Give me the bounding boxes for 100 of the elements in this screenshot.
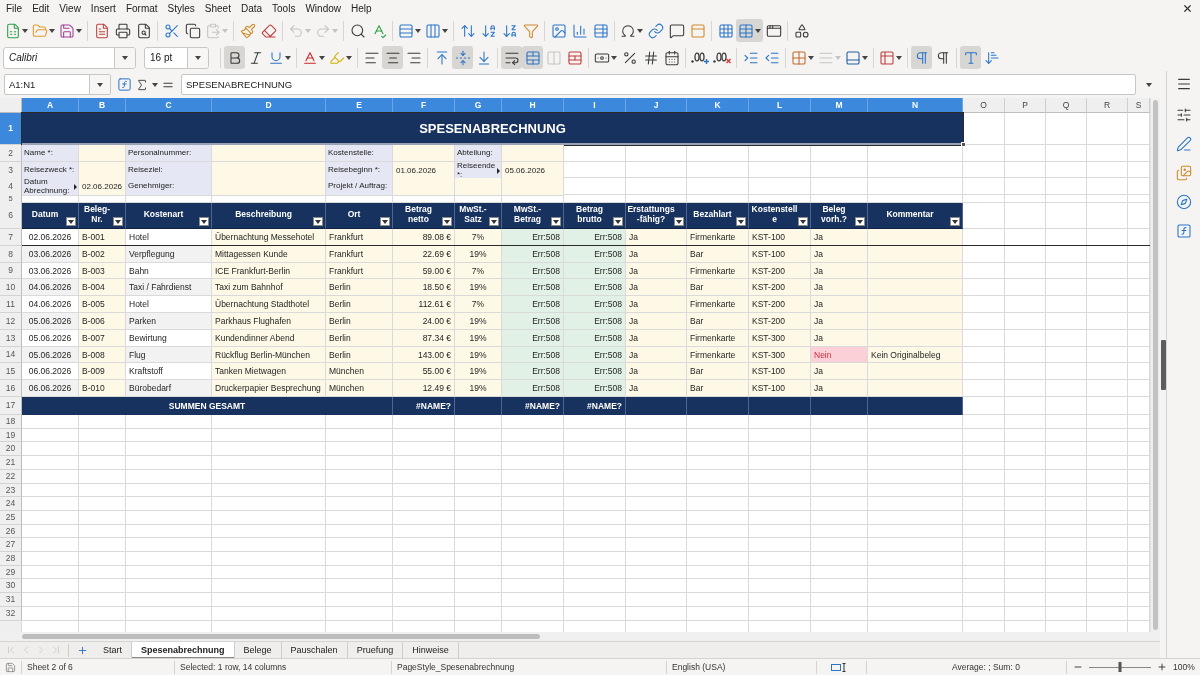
- row-header[interactable]: 24: [0, 497, 22, 511]
- menu-item[interactable]: Edit: [27, 1, 55, 16]
- row-header[interactable]: 6: [0, 203, 22, 229]
- row-header[interactable]: 2: [0, 145, 22, 162]
- row-header[interactable]: 32: [0, 607, 22, 621]
- row-header[interactable]: 29: [0, 566, 22, 579]
- menu-item[interactable]: Styles: [162, 1, 200, 16]
- row-header[interactable]: 28: [0, 552, 22, 566]
- row-header[interactable]: 12: [0, 313, 22, 330]
- filter-button[interactable]: [674, 217, 684, 226]
- sidebar-handle[interactable]: [1160, 339, 1166, 390]
- row-header[interactable]: 31: [0, 593, 22, 607]
- function-icon[interactable]: [1175, 223, 1192, 239]
- row-header[interactable]: 8: [0, 246, 22, 263]
- form-field[interactable]: [212, 178, 326, 196]
- function-icon[interactable]: [117, 77, 132, 92]
- close-icon[interactable]: [1182, 3, 1193, 14]
- row-header[interactable]: 9: [0, 263, 22, 279]
- filter-button[interactable]: [113, 217, 123, 226]
- row-header[interactable]: 15: [0, 363, 22, 380]
- images-icon[interactable]: [1175, 165, 1192, 181]
- form-field[interactable]: [79, 145, 126, 162]
- row-header[interactable]: 10: [0, 279, 22, 296]
- form-field[interactable]: [502, 178, 564, 196]
- row-header[interactable]: 26: [0, 525, 22, 538]
- sliders-icon[interactable]: [1175, 107, 1192, 123]
- form-field[interactable]: [502, 145, 564, 162]
- save-icon[interactable]: [5, 661, 16, 673]
- toolbar-button[interactable]: [224, 46, 245, 69]
- filter-button[interactable]: [855, 217, 865, 226]
- row-header[interactable]: 13: [0, 330, 22, 347]
- filter-button[interactable]: [798, 217, 808, 226]
- filter-button[interactable]: [380, 217, 390, 226]
- column-header[interactable]: P: [1005, 98, 1046, 113]
- filter-button[interactable]: [313, 217, 323, 226]
- form-field[interactable]: [212, 145, 326, 162]
- form-field[interactable]: [455, 178, 502, 196]
- sheet-tab[interactable]: Belege: [234, 642, 282, 658]
- menu-item[interactable]: Insert: [85, 1, 121, 16]
- row-header[interactable]: 20: [0, 442, 22, 456]
- filter-button[interactable]: [950, 217, 960, 226]
- sheet-tab[interactable]: Pruefung: [347, 642, 404, 658]
- font-name-field[interactable]: Calibri: [3, 46, 136, 69]
- name-box-field[interactable]: A1:N1: [4, 74, 111, 95]
- sheet-tab[interactable]: Hinweise: [403, 642, 459, 658]
- row-header[interactable]: 17: [0, 397, 22, 415]
- dropdown-button[interactable]: [114, 47, 135, 68]
- menu-item[interactable]: Tools: [267, 1, 301, 16]
- row-header[interactable]: 14: [0, 347, 22, 363]
- column-header[interactable]: O: [963, 98, 1005, 113]
- row-header[interactable]: 11: [0, 296, 22, 313]
- font-size-field[interactable]: 16 pt: [144, 46, 209, 69]
- compass-icon[interactable]: [1175, 194, 1192, 210]
- form-field[interactable]: [393, 178, 455, 196]
- column-header[interactable]: R: [1087, 98, 1128, 113]
- row-header[interactable]: 22: [0, 470, 22, 484]
- fill-handle[interactable]: [961, 142, 966, 147]
- menu-item[interactable]: View: [54, 1, 86, 16]
- row-header[interactable]: 27: [0, 538, 22, 552]
- row-header[interactable]: 7: [0, 229, 22, 246]
- form-field[interactable]: 02.06.2026: [79, 178, 126, 196]
- scrollbar-thumb[interactable]: [22, 634, 540, 639]
- filter-button[interactable]: [736, 217, 746, 226]
- row-header[interactable]: 23: [0, 484, 22, 497]
- row-header[interactable]: 4: [0, 178, 22, 196]
- rectangle-cursor-icon[interactable]: [831, 662, 847, 672]
- row-header[interactable]: 21: [0, 456, 22, 470]
- filter-button[interactable]: [442, 217, 452, 226]
- sheet-tab[interactable]: Spesenabrechnung: [132, 642, 235, 658]
- dropdown-button[interactable]: [187, 47, 208, 68]
- filter-button[interactable]: [199, 217, 209, 226]
- filter-button[interactable]: [551, 217, 561, 226]
- row-header[interactable]: 16: [0, 380, 22, 397]
- menu-icon[interactable]: [1175, 76, 1192, 92]
- column-header[interactable]: Q: [1046, 98, 1087, 113]
- row-header[interactable]: 30: [0, 579, 22, 593]
- filter-button[interactable]: [66, 217, 76, 226]
- formula-input[interactable]: SPESENABRECHNUNG: [181, 74, 1136, 95]
- menu-item[interactable]: Window: [300, 1, 346, 16]
- form-field[interactable]: [393, 145, 455, 162]
- row-header[interactable]: 18: [0, 415, 22, 429]
- row-header[interactable]: 25: [0, 511, 22, 525]
- menu-item[interactable]: Help: [346, 1, 377, 16]
- slider-thumb[interactable]: [1118, 662, 1122, 672]
- horizontal-scrollbar[interactable]: [0, 632, 1160, 641]
- column-header[interactable]: S: [1128, 98, 1150, 113]
- sigma-icon[interactable]: [135, 77, 149, 92]
- plus-icon[interactable]: [77, 644, 88, 656]
- menu-item[interactable]: Format: [120, 1, 163, 16]
- menu-item[interactable]: Data: [235, 1, 268, 16]
- filter-button[interactable]: [489, 217, 499, 226]
- toolbar-button[interactable]: [501, 46, 522, 69]
- row-header[interactable]: 1: [0, 113, 22, 145]
- filter-button[interactable]: [613, 217, 623, 226]
- menu-item[interactable]: File: [1, 1, 28, 16]
- dropdown-button[interactable]: [89, 75, 110, 94]
- row-header[interactable]: 19: [0, 429, 22, 442]
- pen-icon[interactable]: [1175, 136, 1192, 152]
- menu-item[interactable]: Sheet: [199, 1, 236, 16]
- toolbar-button[interactable]: [382, 46, 403, 69]
